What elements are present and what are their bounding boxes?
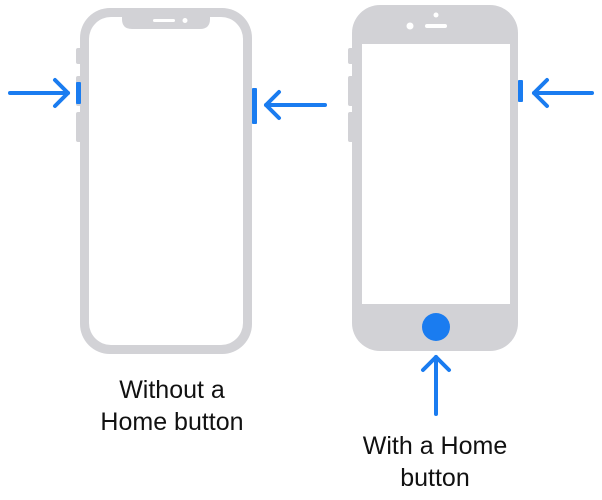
sensor-dot: [433, 12, 439, 18]
caption-line: Home button: [100, 408, 244, 436]
highlighted-volume-button: [76, 82, 81, 104]
caption-line: With a Home: [362, 432, 508, 460]
arrow-to-volume-button: [8, 78, 70, 108]
phone-without-home-button: [76, 8, 257, 354]
notch: [122, 17, 210, 29]
caption-line: button: [400, 464, 470, 492]
speaker-grille: [153, 19, 175, 22]
highlighted-side-button: [252, 88, 257, 124]
front-camera: [406, 22, 414, 30]
highlighted-side-button: [518, 80, 523, 102]
caption-without-home-button: Without a Home button: [72, 374, 272, 438]
front-camera: [182, 18, 188, 23]
phone-screen: [362, 44, 510, 304]
arrow-to-home-button: [421, 355, 451, 416]
home-button: [422, 313, 450, 341]
caption-with-home-button: With a Home button: [335, 430, 535, 494]
phone-with-home-button: [348, 5, 523, 351]
speaker-grille: [425, 24, 447, 28]
phone-screen: [89, 17, 243, 345]
caption-line: Without a: [119, 376, 225, 404]
arrow-to-top-side-button: [532, 78, 594, 108]
arrow-to-side-button: [264, 90, 327, 120]
